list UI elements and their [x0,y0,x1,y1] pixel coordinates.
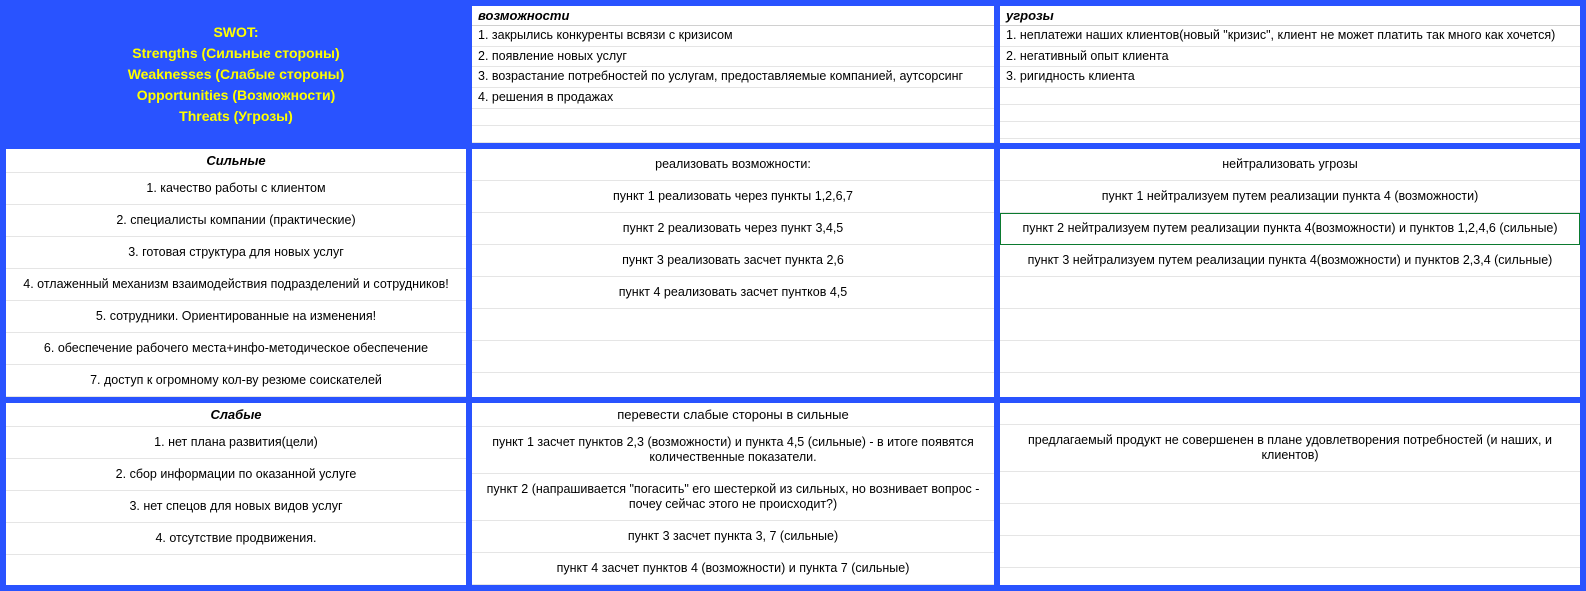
threats-title: угрозы [1000,6,1580,26]
st-block: нейтрализовать угрозы пункт 1 нейтрализу… [1000,149,1580,397]
cell: пункт 4 засчет пунктов 4 (возможности) и… [472,553,994,585]
list-item [472,126,994,143]
strengths-title: Сильные [6,149,466,173]
cell [1000,472,1580,504]
cell [1000,341,1580,373]
list-item [472,109,994,126]
cell: пункт 1 реализовать через пункты 1,2,6,7 [472,181,994,213]
threats-block: угрозы 1. неплатежи наших клиентов(новый… [1000,6,1580,143]
opportunities-block: возможности 1. закрылись конкуренты всвя… [472,6,994,143]
cell: пункт 3 нейтрализуем путем реализации пу… [1000,245,1580,277]
list-item: 1. неплатежи наших клиентов(новый "кризи… [1000,26,1580,47]
list-item [1000,122,1580,139]
list-item: 3. готовая структура для новых услуг [6,237,466,269]
cell: пункт 1 засчет пунктов 2,3 (возможности)… [472,427,994,474]
swot-opportunities-label: Opportunities (Возможности) [6,85,466,106]
cell: пункт 3 реализовать засчет пункта 2,6 [472,245,994,277]
wo-block: перевести слабые стороны в сильные пункт… [472,403,994,585]
cell: пункт 2 реализовать через пункт 3,4,5 [472,213,994,245]
swot-header: SWOT: Strengths (Сильные стороны) Weakne… [6,6,466,143]
st-title: нейтрализовать угрозы [1000,149,1580,181]
cell [1000,504,1580,536]
list-item: 3. нет спецов для новых видов услуг [6,491,466,523]
list-item: 7. доступ к огромному кол-ву резюме соис… [6,365,466,397]
cell: пункт 2 (напрашивается "погасить" его ше… [472,474,994,521]
list-item: 4. отсутствие продвижения. [6,523,466,555]
cell: пункт 3 засчет пункта 3, 7 (сильные) [472,521,994,553]
weaknesses-block: Слабые 1. нет плана развития(цели) 2. сб… [6,403,466,585]
wt-title [1000,403,1580,425]
cell: предлагаемый продукт не совершенен в пла… [1000,425,1580,472]
cell [472,309,994,341]
so-block: реализовать возможности: пункт 1 реализо… [472,149,994,397]
cell [1000,309,1580,341]
list-item: 6. обеспечение рабочего места+инфо-метод… [6,333,466,365]
opportunities-title: возможности [472,6,994,26]
weaknesses-title: Слабые [6,403,466,427]
list-item: 4. отлаженный механизм взаимодействия по… [6,269,466,301]
cell [1000,536,1580,568]
list-item: 3. ригидность клиента [1000,67,1580,88]
list-item: 1. закрылись конкуренты всвязи с кризисо… [472,26,994,47]
list-item: 3. возрастание потребностей по услугам, … [472,67,994,88]
wo-title: перевести слабые стороны в сильные [472,403,994,427]
list-item: 1. качество работы с клиентом [6,173,466,205]
list-item: 2. специалисты компании (практические) [6,205,466,237]
list-item: 2. негативный опыт клиента [1000,47,1580,68]
cell-highlighted: пункт 2 нейтрализуем путем реализации пу… [1000,213,1580,245]
list-item [1000,105,1580,122]
cell: пункт 1 нейтрализуем путем реализации пу… [1000,181,1580,213]
so-title: реализовать возможности: [472,149,994,181]
list-item: 2. появление новых услуг [472,47,994,68]
list-item: 4. решения в продажах [472,88,994,109]
swot-weaknesses-label: Weaknesses (Слабые стороны) [6,64,466,85]
list-item: 2. сбор информации по оказанной услуге [6,459,466,491]
swot-strengths-label: Strengths (Сильные стороны) [6,43,466,64]
list-item: 1. нет плана развития(цели) [6,427,466,459]
swot-title: SWOT: [6,22,466,43]
wt-block: предлагаемый продукт не совершенен в пла… [1000,403,1580,585]
swot-threats-label: Threats (Угрозы) [6,106,466,127]
swot-grid: SWOT: Strengths (Сильные стороны) Weakne… [0,0,1586,591]
list-item [1000,88,1580,105]
strengths-block: Сильные 1. качество работы с клиентом 2.… [6,149,466,397]
cell: пункт 4 реализовать засчет пунтков 4,5 [472,277,994,309]
list-item: 5. сотрудники. Ориентированные на измене… [6,301,466,333]
cell [472,341,994,373]
cell [1000,277,1580,309]
